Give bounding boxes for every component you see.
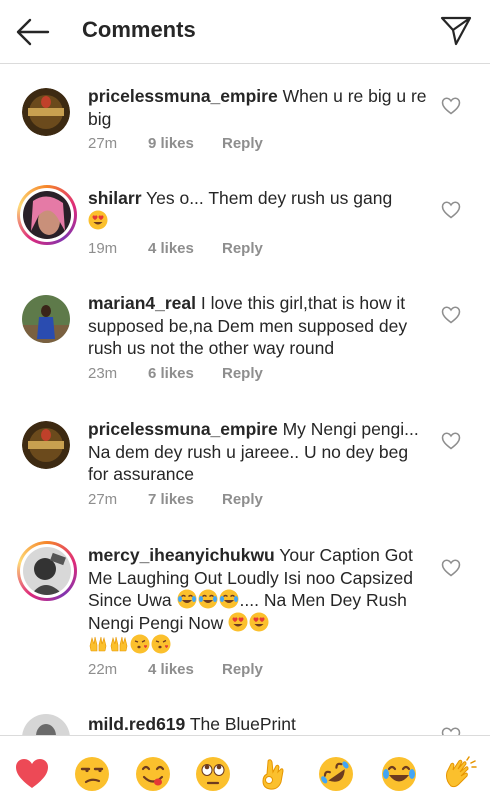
emoji-yum-button[interactable] bbox=[135, 756, 171, 792]
rolling-on-floor-laughing-icon bbox=[319, 757, 353, 791]
page-title: Comments bbox=[82, 17, 196, 42]
emoji-heart-button[interactable] bbox=[14, 756, 50, 792]
comment-likes-count[interactable]: 9 likes bbox=[148, 135, 194, 152]
reply-button[interactable]: Reply bbox=[222, 491, 263, 508]
comment-likes-count[interactable]: 4 likes bbox=[148, 661, 194, 678]
comment-timestamp: 23m bbox=[88, 365, 118, 382]
face-savoring-food-icon bbox=[136, 757, 170, 791]
heart-eyes-emoji-icon bbox=[249, 612, 269, 631]
avatar[interactable] bbox=[22, 295, 70, 343]
emoji-unamused-button[interactable] bbox=[74, 756, 110, 792]
avatar bbox=[23, 191, 71, 239]
heart-outline-icon bbox=[441, 201, 461, 219]
comment-body: Yes o... Them dey rush us gang bbox=[146, 188, 393, 208]
emoji-rofl-button[interactable] bbox=[318, 756, 354, 792]
heart-eyes-emoji-icon bbox=[228, 612, 248, 631]
avatar[interactable] bbox=[22, 88, 70, 136]
comment-username[interactable]: pricelessmuna_empire bbox=[88, 419, 278, 439]
comment-likes-count[interactable]: 4 likes bbox=[148, 240, 194, 257]
reply-button[interactable]: Reply bbox=[222, 365, 263, 382]
tears-of-joy-emoji-icon bbox=[198, 589, 218, 609]
comment-username[interactable]: mercy_iheanyichukwu bbox=[88, 545, 275, 565]
comment-username[interactable]: mild.red619 bbox=[88, 714, 185, 734]
back-button[interactable] bbox=[14, 16, 50, 48]
red-heart-icon bbox=[16, 759, 48, 788]
comment-timestamp: 22m bbox=[88, 661, 118, 678]
avatar[interactable] bbox=[22, 714, 70, 735]
comment-timestamp: 27m bbox=[88, 135, 118, 152]
comment-text: pricelessmuna_empire My Nengi pengi... N… bbox=[88, 418, 433, 486]
heart-outline-icon bbox=[441, 727, 461, 735]
share-button[interactable] bbox=[439, 14, 473, 48]
comment-username[interactable]: marian4_real bbox=[88, 293, 196, 313]
avatar-story-ring[interactable] bbox=[17, 541, 77, 601]
comment-text: pricelessmuna_empire When u re big u re … bbox=[88, 85, 433, 130]
ok-hand-icon bbox=[262, 759, 284, 790]
comment-likes-count[interactable]: 7 likes bbox=[148, 491, 194, 508]
emoji-rolling-eyes-button[interactable] bbox=[195, 756, 231, 792]
reply-button[interactable]: Reply bbox=[222, 135, 263, 152]
comments-list[interactable]: pricelessmuna_empire When u re big u re … bbox=[0, 65, 490, 735]
comment-body: The BluePrint bbox=[189, 714, 296, 734]
comment-likes-count[interactable]: 6 likes bbox=[148, 365, 194, 382]
heart-outline-icon bbox=[441, 97, 461, 115]
heart-outline-icon bbox=[441, 432, 461, 450]
face-with-tears-of-joy-icon bbox=[382, 757, 416, 791]
like-comment-button[interactable] bbox=[441, 97, 461, 115]
reply-button[interactable]: Reply bbox=[222, 661, 263, 678]
comment-text: mercy_iheanyichukwu Your Caption Got Me … bbox=[88, 544, 433, 657]
heart-outline-icon bbox=[441, 306, 461, 324]
like-comment-button[interactable] bbox=[441, 559, 461, 577]
emoji-ok-hand-button[interactable] bbox=[255, 756, 291, 792]
tears-of-joy-emoji-icon bbox=[219, 589, 239, 609]
comment-text: marian4_real I love this girl,that is ho… bbox=[88, 292, 433, 360]
heart-eyes-emoji-icon bbox=[88, 210, 108, 229]
avatar-story-ring[interactable] bbox=[17, 185, 77, 245]
avatar[interactable] bbox=[22, 421, 70, 469]
heart-outline-icon bbox=[441, 559, 461, 577]
emoji-clapping-button[interactable] bbox=[441, 756, 477, 792]
like-comment-button[interactable] bbox=[441, 306, 461, 324]
comment-timestamp: 19m bbox=[88, 240, 118, 257]
tears-of-joy-emoji-icon bbox=[177, 589, 197, 609]
unamused-face-icon bbox=[75, 757, 109, 791]
avatar bbox=[23, 547, 71, 595]
comment-username[interactable]: shilarr bbox=[88, 188, 142, 208]
kissing-heart-emoji-icon bbox=[151, 634, 171, 654]
comment-username[interactable]: pricelessmuna_empire bbox=[88, 86, 278, 106]
raising-hands-emoji-icon bbox=[89, 636, 107, 652]
comment-text: shilarr Yes o... Them dey rush us gang bbox=[88, 187, 433, 232]
face-with-rolling-eyes-icon bbox=[196, 757, 230, 791]
clapping-hands-icon bbox=[446, 756, 477, 788]
like-comment-button[interactable] bbox=[441, 201, 461, 219]
raising-hands-emoji-icon bbox=[110, 636, 128, 652]
comment-text: mild.red619 The BluePrint bbox=[88, 713, 433, 735]
header-bar: Comments bbox=[0, 0, 490, 64]
emoji-tears-of-joy-button[interactable] bbox=[381, 756, 417, 792]
comment-timestamp: 27m bbox=[88, 491, 118, 508]
back-arrow-icon bbox=[16, 18, 50, 46]
like-comment-button[interactable] bbox=[441, 432, 461, 450]
send-paper-plane-icon bbox=[440, 16, 472, 46]
kissing-heart-emoji-icon bbox=[130, 634, 150, 654]
like-comment-button[interactable] bbox=[441, 727, 461, 735]
reply-button[interactable]: Reply bbox=[222, 240, 263, 257]
emoji-quick-bar bbox=[0, 735, 490, 807]
